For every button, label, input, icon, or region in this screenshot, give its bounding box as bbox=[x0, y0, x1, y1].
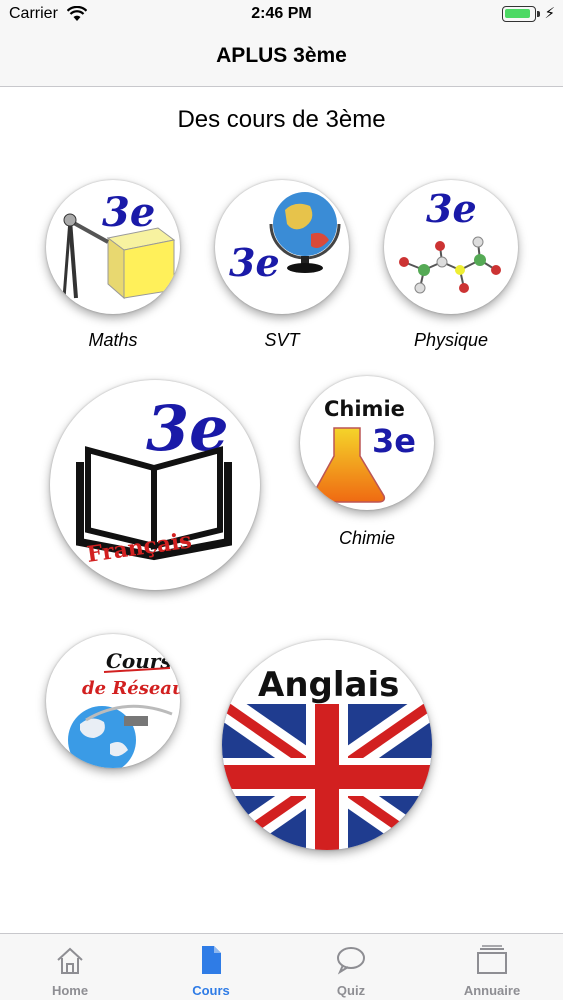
navigation-bar: APLUS 3ème bbox=[0, 30, 563, 87]
chat-bubble-icon bbox=[337, 947, 365, 975]
tab-quiz[interactable]: Quiz bbox=[281, 934, 421, 1000]
union-flag bbox=[222, 704, 432, 850]
svt-image: 3e bbox=[215, 180, 349, 314]
maths-image: 3e bbox=[46, 180, 180, 314]
section-heading: Des cours de 3ème bbox=[177, 106, 386, 133]
svt-illustration: 3e bbox=[229, 192, 341, 285]
physique-illustration: 3e bbox=[399, 186, 501, 294]
tab-cours-label: Cours bbox=[192, 983, 230, 998]
physique-image: 3e bbox=[384, 180, 518, 314]
tab-home[interactable]: Home bbox=[0, 934, 140, 1000]
chimie-image: Chimie 3e bbox=[300, 376, 434, 510]
maths-illustration: 3e bbox=[62, 189, 176, 300]
physique-label: Physique bbox=[413, 330, 489, 350]
reseau-image: Cours de Réseau bbox=[46, 634, 180, 768]
tab-home-label: Home bbox=[51, 983, 89, 998]
chimie-badge: 3e bbox=[372, 422, 416, 460]
chimie-label: Chimie bbox=[338, 528, 395, 548]
svt-badge: 3e bbox=[229, 240, 280, 285]
page-title: APLUS 3ème bbox=[216, 44, 347, 67]
status-bar: Carrier 2:46 PM ⚡︎ bbox=[0, 0, 563, 30]
battery-fill bbox=[505, 9, 530, 18]
tab-annuaire[interactable]: Annuaire bbox=[422, 934, 562, 1000]
physique-badge: 3e bbox=[426, 186, 477, 231]
reseau-illustration: Cours de Réseau bbox=[68, 649, 180, 768]
reseau-image-text-2: de Réseau bbox=[82, 678, 180, 699]
home-icon bbox=[57, 947, 83, 974]
battery-icon bbox=[502, 6, 536, 22]
directory-icon bbox=[477, 945, 507, 974]
tab-bar: Home Cours Quiz Annuaire bbox=[0, 933, 563, 1000]
tab-cours[interactable]: Cours bbox=[141, 934, 281, 1000]
maths-badge: 3e bbox=[102, 189, 155, 236]
chimie-illustration: Chimie 3e bbox=[309, 397, 416, 503]
anglais-image-text: Anglais bbox=[258, 665, 399, 705]
anglais-illustration: Anglais bbox=[222, 665, 432, 850]
anglais-image: Anglais bbox=[222, 640, 432, 850]
document-icon bbox=[202, 946, 221, 974]
clock: 2:46 PM bbox=[251, 5, 312, 22]
maths-label: Maths bbox=[88, 330, 138, 350]
tab-annuaire-label: Annuaire bbox=[463, 983, 521, 998]
chimie-image-text: Chimie bbox=[324, 397, 405, 421]
charging-bolt-icon: ⚡︎ bbox=[544, 5, 555, 22]
svt-label: SVT bbox=[264, 330, 300, 350]
francais-image: 3e Français bbox=[50, 380, 260, 590]
battery-tip bbox=[537, 11, 540, 17]
francais-illustration: 3e Français bbox=[76, 392, 232, 568]
tab-quiz-label: Quiz bbox=[336, 983, 366, 998]
